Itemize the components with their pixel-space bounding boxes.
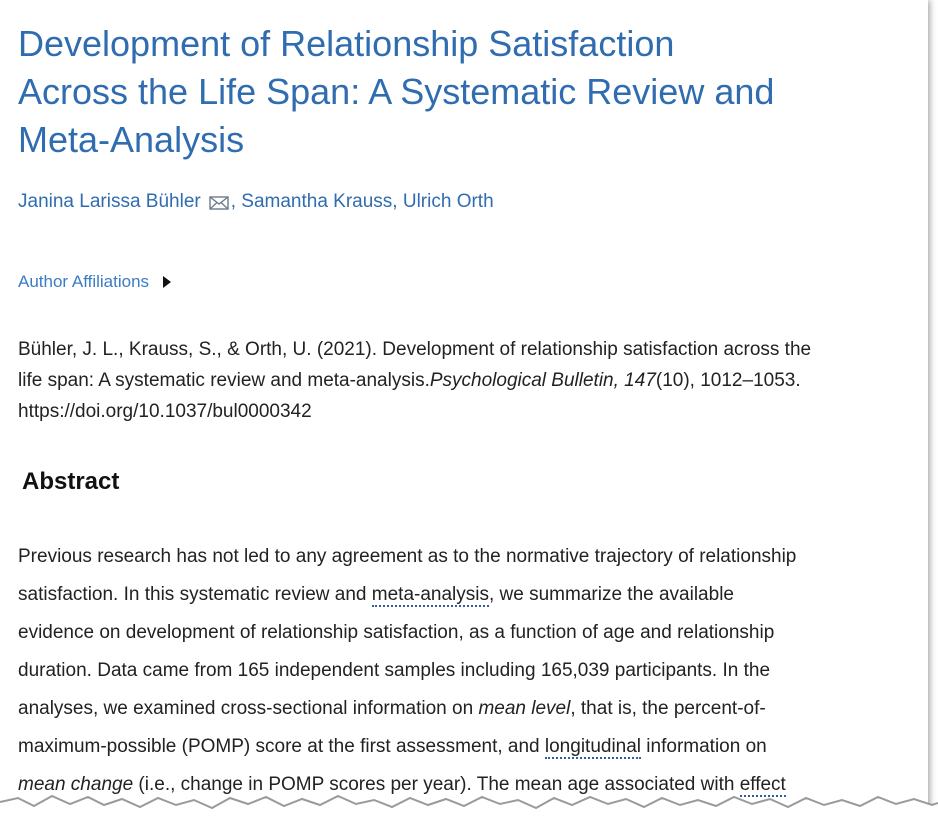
citation-line-1: Bühler, J. L., Krauss, S., & Orth, U. (2… <box>18 339 812 360</box>
article-page: Development of Relationship Satisfaction… <box>0 0 928 828</box>
abstract-line-5: analyses, we examined cross-sectional in… <box>18 690 918 728</box>
abstract-line-3: evidence on development of relationship … <box>18 622 775 643</box>
abstract-text: satisfaction. In this systematic review … <box>18 584 372 605</box>
abstract-text: , that is, the percent-of- <box>570 698 766 719</box>
abstract-line-6: maximum-possible (POMP) score at the fir… <box>18 728 918 766</box>
envelope-icon[interactable] <box>209 196 229 210</box>
caret-right-icon <box>163 276 172 288</box>
citation-line-2: life span: A systematic review and meta-… <box>18 365 918 396</box>
citation-journal: Psychological Bulletin, 147 <box>429 370 656 391</box>
author-list: Janina Larissa Bühler , Samantha Krauss,… <box>18 190 494 214</box>
title-line-2: Across the Life Span: A Systematic Revie… <box>18 71 775 112</box>
title-line-3: Meta-Analysis <box>18 119 245 160</box>
co-author-links[interactable]: , Samantha Krauss, Ulrich Orth <box>231 191 494 212</box>
author-link-buhler[interactable]: Janina Larissa Bühler <box>18 191 201 212</box>
abstract-text: maximum-possible (POMP) score at the fir… <box>18 736 545 757</box>
torn-paper-edge <box>0 794 938 828</box>
citation-doi[interactable]: https://doi.org/10.1037/bul0000342 <box>18 396 918 427</box>
abstract-text: , we summarize the available <box>488 584 734 605</box>
abstract-line-4: duration. Data came from 165 independent… <box>18 660 771 681</box>
citation: Bühler, J. L., Krauss, S., & Orth, U. (2… <box>18 334 918 427</box>
citation-issue-pages: (10), 1012–1053. <box>655 370 801 391</box>
abstract-text: information on <box>641 736 767 757</box>
article-title: Development of Relationship Satisfaction… <box>18 20 898 164</box>
glossary-term-meta-analysis[interactable]: meta-analysis <box>371 584 489 607</box>
abstract-line-1: Previous research has not led to any agr… <box>18 546 797 567</box>
glossary-term-longitudinal[interactable]: longitudinal <box>544 736 642 759</box>
author-affiliations-toggle[interactable]: Author Affiliations <box>18 271 172 293</box>
abstract-line-2: satisfaction. In this systematic review … <box>18 576 918 614</box>
abstract-body: Previous research has not led to any agr… <box>18 538 918 804</box>
abstract-heading: Abstract <box>22 468 120 495</box>
citation-article-title-end: life span: A systematic review and meta-… <box>18 370 430 391</box>
title-line-1: Development of Relationship Satisfaction <box>18 23 675 64</box>
abstract-emphasis: mean level <box>478 698 571 719</box>
author-affiliations-label: Author Affiliations <box>18 272 150 291</box>
abstract-text: analyses, we examined cross-sectional in… <box>18 698 479 719</box>
